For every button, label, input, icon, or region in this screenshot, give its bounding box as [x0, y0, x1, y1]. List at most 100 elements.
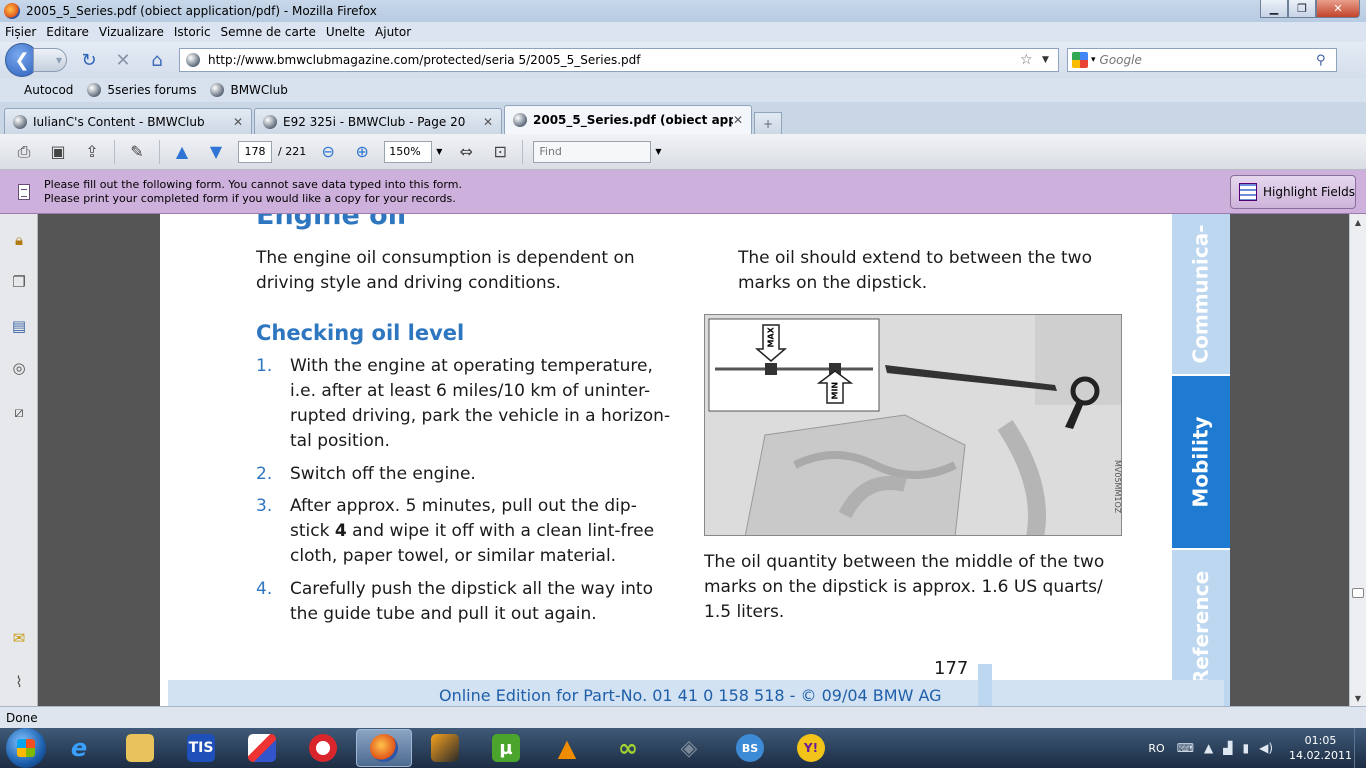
search-icon[interactable]: ⚲	[1316, 53, 1336, 68]
menu-history[interactable]: Istoric	[174, 25, 211, 39]
scrollbar-thumb[interactable]	[1352, 588, 1364, 598]
fit-width-button[interactable]: ⇔	[454, 140, 478, 164]
bookmarks-icon[interactable]: ▤	[9, 316, 29, 336]
tab-e92-325i[interactable]: E92 325i - BMWClub - Page 20 ✕	[254, 108, 502, 134]
bookmark-autocod[interactable]: Autocod	[24, 83, 73, 97]
collaborate-button[interactable]: ✎	[125, 140, 149, 164]
zoom-out-button[interactable]: ⊖	[316, 140, 340, 164]
taskbar-explorer[interactable]	[112, 729, 168, 767]
menu-tools[interactable]: Unelte	[326, 25, 365, 39]
window-controls: ▁ ❐ ✕	[1260, 0, 1360, 18]
show-hidden-icons-icon[interactable]: ▲	[1204, 741, 1213, 755]
form-document-icon	[18, 183, 30, 200]
comments-icon[interactable]: ✉	[9, 628, 29, 648]
page-number-input[interactable]	[238, 140, 272, 163]
url-bar[interactable]: http://www.bmwclubmagazine.com/protected…	[179, 48, 1059, 72]
clock[interactable]: 01:05 14.02.2011	[1289, 733, 1352, 763]
stop-button[interactable]: ✕	[111, 48, 135, 72]
scroll-up-icon[interactable]: ▲	[1350, 214, 1366, 230]
taskbar-unknown[interactable]: ◈	[661, 729, 717, 767]
layers-icon[interactable]: ⧄	[9, 402, 29, 422]
review-icon: ✎	[130, 142, 144, 161]
taskbar-internet-explorer[interactable]: e	[51, 729, 107, 767]
step-text: After approx. 5 minutes, pull out the di…	[290, 494, 675, 569]
list-item: 3. After approx. 5 minutes, pull out the…	[256, 494, 676, 569]
pdf-page: Engine oil The engine oil consumption is…	[160, 214, 1230, 706]
search-input[interactable]	[1099, 53, 1316, 67]
zoom-dropdown-icon[interactable]: ▼	[436, 147, 442, 156]
share-button[interactable]: ⇪	[80, 140, 104, 164]
reload-button[interactable]: ↻	[77, 48, 101, 72]
network-icon[interactable]: ▟	[1223, 741, 1232, 755]
utorrent-icon: µ	[492, 734, 520, 762]
step-number: 2.	[256, 464, 273, 484]
ie-icon: e	[70, 734, 88, 762]
new-tab-button[interactable]: +	[754, 112, 782, 134]
zoom-input[interactable]	[384, 140, 433, 163]
vertical-scrollbar[interactable]: ▲ ▼	[1349, 214, 1366, 706]
search-engine-dropdown-icon[interactable]: ▾	[1091, 55, 1096, 65]
volume-icon[interactable]: ◀)	[1259, 741, 1273, 755]
tab-close-icon[interactable]: ✕	[733, 113, 751, 127]
scroll-down-icon[interactable]: ▼	[1350, 690, 1366, 706]
clock-time: 01:05	[1304, 734, 1337, 747]
taskbar-vlc[interactable]: ▲	[539, 729, 595, 767]
taskbar-yahoo[interactable]: Y!	[783, 729, 839, 767]
tab-close-icon[interactable]: ✕	[233, 115, 251, 129]
taskbar-infinity[interactable]: ∞	[600, 729, 656, 767]
find-input[interactable]	[533, 140, 652, 163]
find-dropdown-icon[interactable]: ▼	[655, 147, 661, 156]
tab-strip: IulianC's Content - BMWClub ✕ E92 325i -…	[0, 102, 1366, 134]
binoculars-icon[interactable]: ◎	[9, 358, 29, 378]
close-button[interactable]: ✕	[1316, 0, 1360, 18]
keyboard-icon[interactable]: ⌨	[1177, 741, 1194, 755]
highlight-fields-button[interactable]: Highlight Fields	[1230, 175, 1356, 209]
taskbar-winamp[interactable]	[417, 729, 473, 767]
search-bar[interactable]: ▾ ⚲	[1067, 48, 1337, 72]
url-dropdown-icon[interactable]: ▼	[1042, 55, 1058, 65]
taskbar-paint[interactable]	[234, 729, 290, 767]
minimize-button[interactable]: ▁	[1260, 0, 1288, 18]
tab-iulianc-content[interactable]: IulianC's Content - BMWClub ✕	[4, 108, 252, 134]
power-icon[interactable]: ▮	[1242, 741, 1249, 755]
menu-help[interactable]: Ajutor	[375, 25, 411, 39]
taskbar-utorrent[interactable]: µ	[478, 729, 534, 767]
next-page-button[interactable]: ▼	[204, 140, 228, 164]
forward-button[interactable]: ▾	[33, 48, 67, 72]
pages-icon[interactable]: ❐	[9, 272, 29, 292]
menu-edit[interactable]: Editare	[46, 25, 89, 39]
tab-5-series-pdf[interactable]: 2005_5_Series.pdf (obiect applica... ✕	[504, 105, 752, 134]
language-indicator[interactable]: RO	[1148, 742, 1164, 755]
previous-page-button[interactable]: ▲	[170, 140, 194, 164]
highlight-fields-label: Highlight Fields	[1263, 185, 1355, 199]
vlc-icon: ▲	[557, 734, 577, 762]
start-button[interactable]	[6, 728, 46, 768]
bookmark-star-icon[interactable]: ☆	[1020, 52, 1042, 68]
fit-page-button[interactable]: ⊡	[488, 140, 512, 164]
save-button[interactable]: ▣	[46, 140, 70, 164]
taskbar-opera[interactable]	[295, 729, 351, 767]
maximize-button[interactable]: ❐	[1288, 0, 1316, 18]
print-button[interactable]: ⎙	[12, 140, 36, 164]
menu-bar: Fișier Editare Vizualizare Istoric Semne…	[0, 22, 1366, 42]
zoom-in-button[interactable]: ⊕	[350, 140, 374, 164]
tab-close-icon[interactable]: ✕	[483, 115, 501, 129]
lock-icon[interactable]: 🔒︎	[9, 230, 29, 250]
taskbar-tis[interactable]: TIS	[173, 729, 229, 767]
show-desktop-button[interactable]	[1354, 728, 1366, 768]
bookmark-5series-forums[interactable]: 5series forums	[87, 83, 196, 97]
reload-icon: ↻	[81, 49, 97, 71]
bookmark-label: 5series forums	[107, 83, 197, 97]
arrow-left-icon: ❮	[14, 49, 30, 71]
menu-view[interactable]: Vizualizare	[99, 25, 164, 39]
taskbar-bs[interactable]: BS	[722, 729, 778, 767]
document-viewer[interactable]: 🔒︎ ❐ ▤ ◎ ⧄ ✉ ⌇ Engine oil The engine oil…	[0, 214, 1366, 706]
menu-file[interactable]: Fișier	[5, 25, 36, 39]
menu-bookmarks[interactable]: Semne de carte	[221, 25, 316, 39]
attachment-icon[interactable]: ⌇	[9, 672, 29, 692]
home-button[interactable]: ⌂	[145, 48, 169, 72]
fit-width-icon: ⇔	[459, 142, 474, 161]
bookmark-bmwclub[interactable]: BMWClub	[210, 83, 288, 97]
google-icon[interactable]	[1072, 52, 1088, 68]
taskbar-firefox[interactable]	[356, 729, 412, 767]
